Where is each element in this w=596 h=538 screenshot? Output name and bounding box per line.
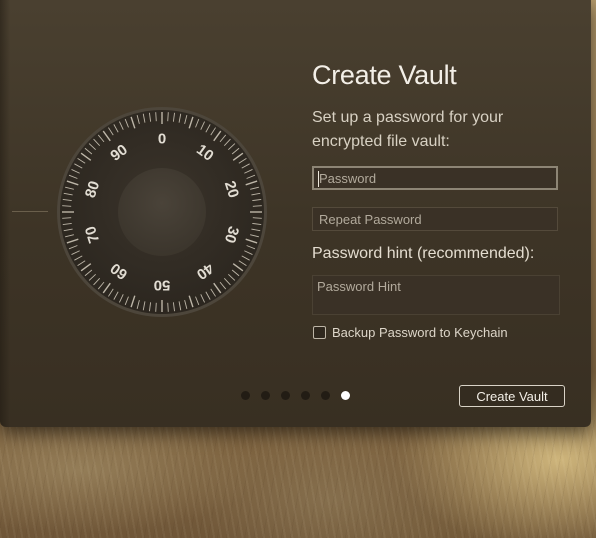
create-vault-dialog: 0 10 20 30 40 50 60 70 80 90 Create Vault Set up … [0,0,591,427]
dial-tick [252,217,262,219]
dial-tick [62,217,72,219]
password-hint-label: Password hint (recommended): [312,245,535,262]
password-input[interactable] [312,166,558,190]
dial-hub [118,168,206,256]
page-dot-active [341,391,350,400]
dialog-subtitle: Set up a password for your encrypted fil… [312,109,504,150]
panel-shadow-edge [0,0,10,427]
dial-number-label: 0 [158,131,166,148]
keychain-backup-checkbox[interactable] [313,326,326,339]
combination-lock-dial-icon: 0102030405060708090 [57,107,267,317]
dial-tick [252,205,262,207]
password-hint-input[interactable] [312,275,560,315]
repeat-password-input[interactable] [312,207,558,231]
page-dot [281,391,290,400]
page-indicator [241,391,350,400]
desktop-wallpaper [0,420,596,538]
page-dot [301,391,310,400]
dial-tick [62,205,72,207]
keychain-backup-option[interactable]: Backup Password to Keychain [313,325,508,340]
dial-number-label: 50 [154,277,171,294]
dial-tick [167,112,169,122]
page-dot [321,391,330,400]
page-dot [241,391,250,400]
dial-tick [167,302,169,312]
slide-indicator-line [12,211,48,212]
page-dot [261,391,270,400]
keychain-backup-label[interactable]: Backup Password to Keychain [332,325,508,340]
text-cursor [318,171,319,187]
dial-tick [155,112,157,122]
dial-tick [155,302,157,312]
create-vault-button[interactable]: Create Vault [459,385,565,407]
dialog-title: Create Vault [312,60,457,90]
